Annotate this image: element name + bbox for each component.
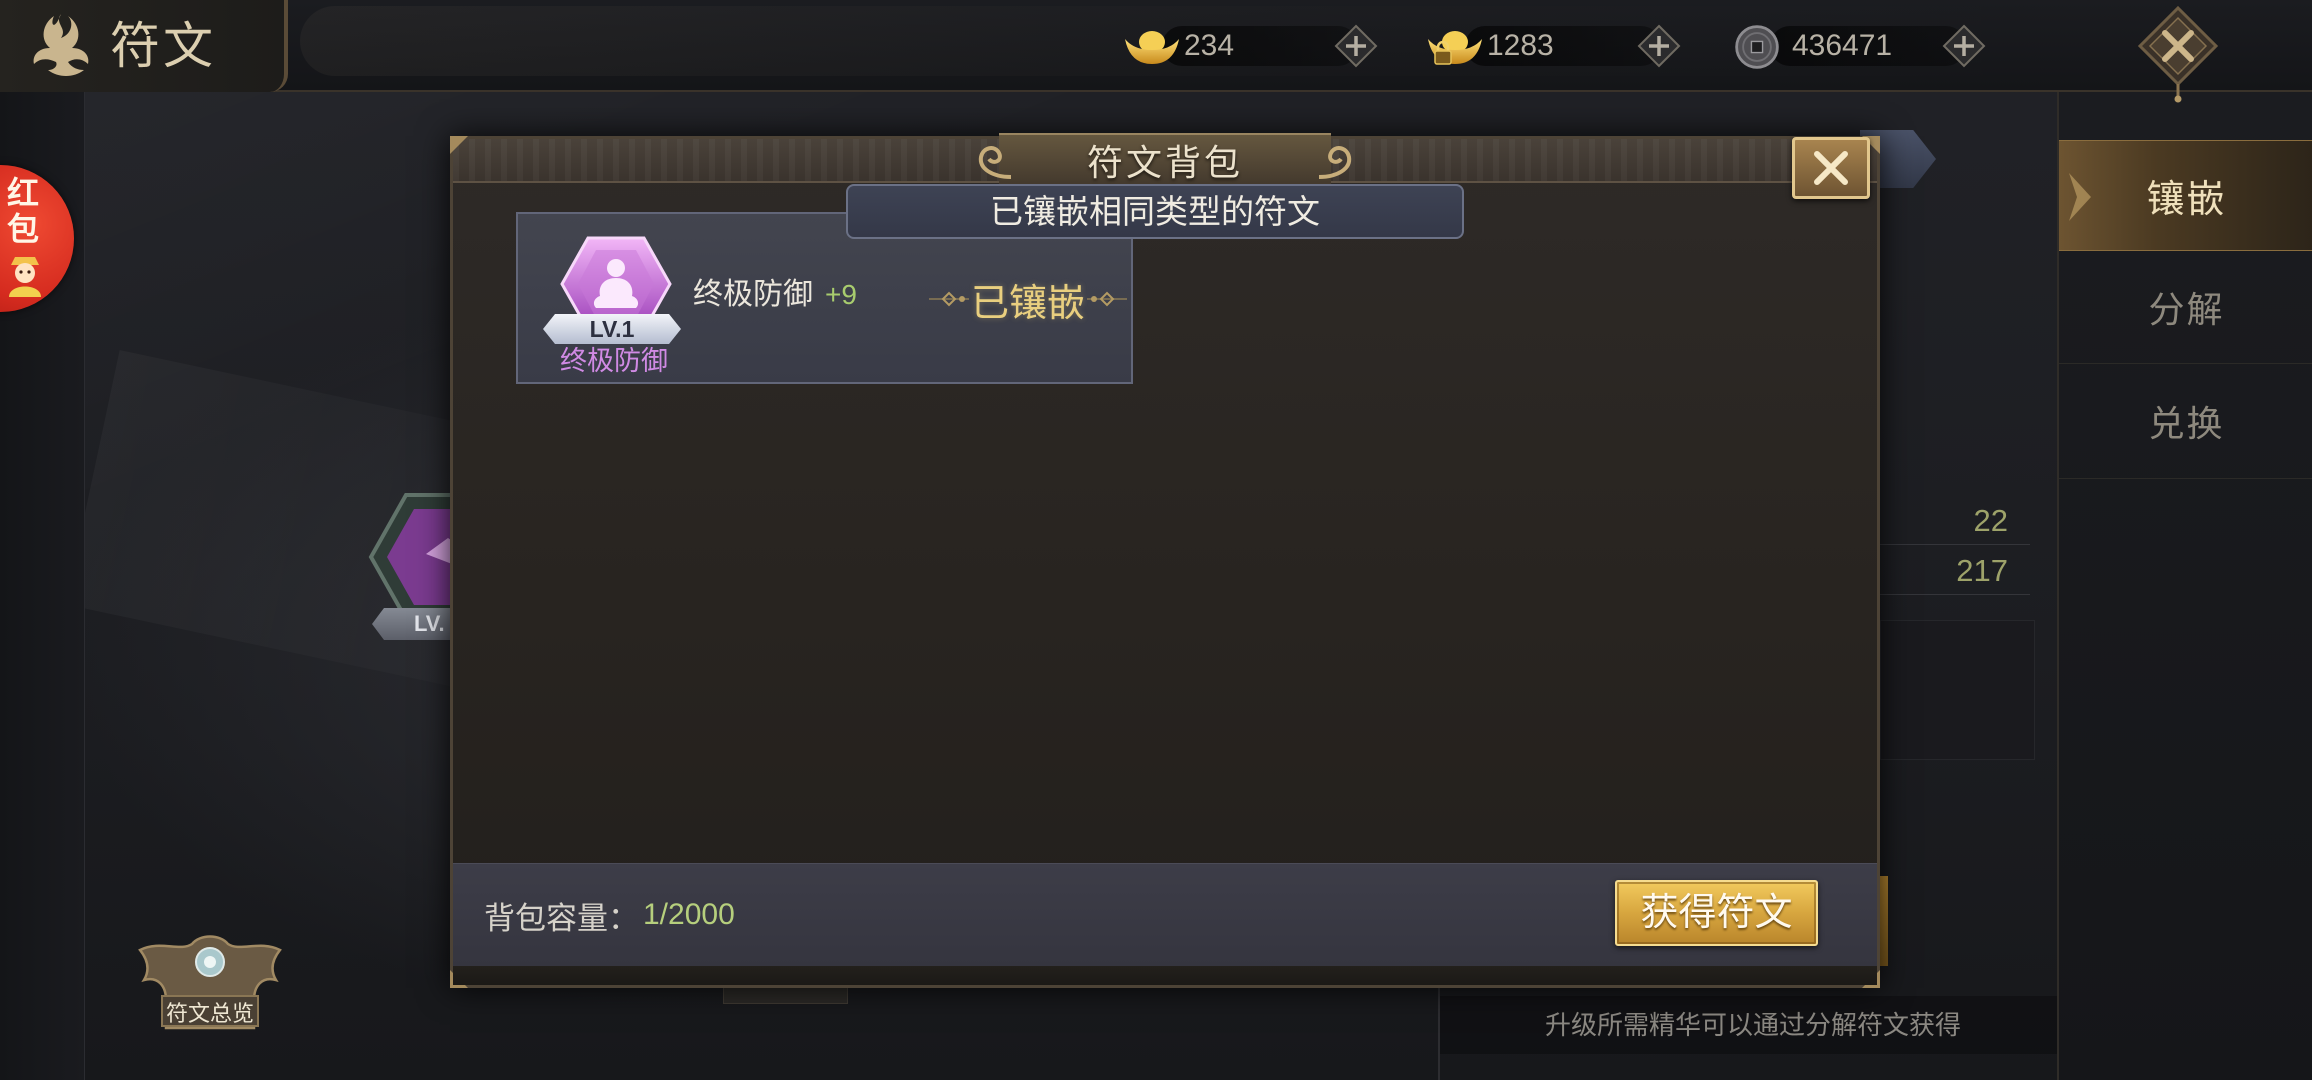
upgrade-hint: 升级所需精华可以通过分解符文获得 bbox=[1545, 1010, 1962, 1040]
rune-screen: LV. 22 217 升级所需精华可以通过分解符文获得 符文总览 红包 符文 2… bbox=[0, 0, 2312, 1080]
add-coin-button[interactable] bbox=[1942, 24, 1986, 68]
currency-value: 436471 bbox=[1792, 29, 1893, 62]
locked-gold-ingot-icon bbox=[1425, 22, 1485, 70]
currency-locked-ingot: 1283 bbox=[1425, 20, 1687, 72]
capacity-info: 背包容量： 1/2000 bbox=[484, 895, 735, 936]
top-bar: 符文 234 1283 436471 bbox=[0, 0, 2312, 103]
scroll-curl-icon bbox=[973, 137, 1013, 183]
stat-value: 22 bbox=[1973, 503, 2008, 538]
close-icon bbox=[1814, 151, 1848, 185]
capacity-label: 背包容量： bbox=[484, 900, 639, 936]
dialog-title-banner: 符文背包 bbox=[978, 133, 1352, 187]
copper-coin-icon bbox=[1730, 22, 1790, 70]
rune-bag-dialog: 符文背包 已镶嵌相同类型的符文 LV.1 终极防御 终极防御 +9 已镶嵌 背包… bbox=[450, 133, 1880, 988]
plus-icon bbox=[1334, 24, 1378, 68]
god-of-wealth-icon bbox=[3, 251, 47, 299]
plus-icon bbox=[1942, 24, 1986, 68]
rune-bonus: +9 bbox=[825, 279, 857, 310]
dialog-title: 符文背包 bbox=[1086, 142, 1243, 183]
rune-overview-button[interactable]: 符文总览 bbox=[130, 930, 290, 1036]
rune-type-label: 终极防御 bbox=[560, 346, 668, 376]
rune-name: 终极防御 +9 bbox=[693, 277, 857, 313]
tab-label: 分解 bbox=[2148, 289, 2225, 330]
tab-inlay[interactable]: 镶嵌 bbox=[2059, 140, 2312, 251]
currency-value: 1283 bbox=[1487, 29, 1554, 62]
background-plate bbox=[723, 986, 848, 1004]
inlay-tooltip: 已镶嵌相同类型的符文 bbox=[846, 184, 1464, 239]
currency-gold-ingot: 234 bbox=[1122, 20, 1384, 72]
tab-decompose[interactable]: 分解 bbox=[2059, 251, 2312, 364]
currency-value: 234 bbox=[1184, 29, 1235, 62]
stat-value: 217 bbox=[1956, 553, 2008, 588]
stat-row: 22 bbox=[1880, 497, 2030, 545]
title-plate: 符文 bbox=[0, 0, 288, 92]
close-x-icon bbox=[2137, 5, 2219, 103]
tab-exchange[interactable]: 兑换 bbox=[2059, 364, 2312, 479]
red-packet-label: 红包 bbox=[7, 175, 40, 247]
page-title: 符文 bbox=[110, 17, 216, 75]
side-tab-panel: 镶嵌 分解 兑换 bbox=[2057, 92, 2312, 1080]
active-tab-arrow-icon bbox=[2065, 169, 2095, 225]
add-gold-ingot-button[interactable] bbox=[1334, 24, 1378, 68]
ornament-right-icon bbox=[1087, 291, 1128, 307]
dialog-bottom-edge bbox=[453, 966, 1877, 985]
obtain-rune-button[interactable]: 获得符文 bbox=[1615, 880, 1818, 946]
add-locked-ingot-button[interactable] bbox=[1637, 24, 1681, 68]
gold-ingot-icon bbox=[1122, 22, 1182, 70]
inlaid-status: 已镶嵌 bbox=[929, 277, 1128, 325]
rune-level-badge: LV.1 bbox=[543, 314, 681, 344]
overview-label: 符文总览 bbox=[165, 1001, 254, 1026]
close-screen-button[interactable] bbox=[2136, 4, 2220, 104]
currency-coin: 436471 bbox=[1730, 20, 1992, 72]
rune-name-text: 终极防御 bbox=[693, 278, 813, 311]
stat-row: 217 bbox=[1880, 547, 2030, 595]
inlaid-status-text: 已镶嵌 bbox=[971, 282, 1086, 325]
dialog-footer: 背包容量： 1/2000 获得符文 bbox=[453, 863, 1877, 966]
tab-label: 镶嵌 bbox=[2146, 179, 2227, 221]
close-dialog-button[interactable] bbox=[1792, 137, 1870, 199]
plus-icon bbox=[1637, 24, 1681, 68]
capacity-value: 1/2000 bbox=[643, 898, 735, 931]
tab-label: 兑换 bbox=[2148, 403, 2225, 444]
scroll-curl-icon bbox=[1317, 137, 1357, 183]
ornament-left-icon bbox=[929, 291, 969, 307]
rune-emblem-icon bbox=[28, 8, 94, 82]
background-panel bbox=[1880, 620, 2035, 760]
